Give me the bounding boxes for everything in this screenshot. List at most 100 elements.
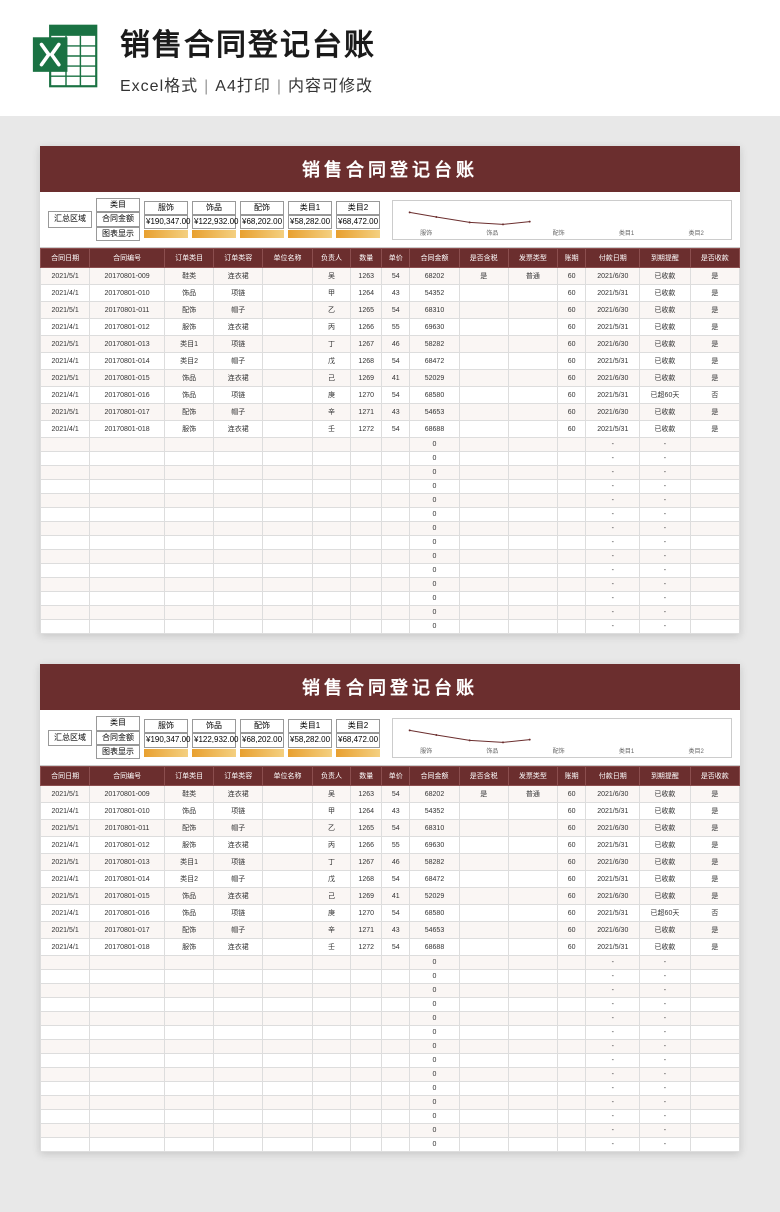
table-row: 0-- — [41, 452, 740, 466]
column-header: 合同日期 — [41, 767, 90, 786]
summary-row: 汇总区域 类目 合同金额 图表显示 服饰¥190,347.00饰品¥122,93… — [40, 192, 740, 248]
table-row: 0-- — [41, 1124, 740, 1138]
table-row: 2021/5/120170801-015饰品连衣裙己12694152029602… — [41, 370, 740, 387]
table-row: 2021/5/120170801-009鞋类连衣裙吴12635468202是普通… — [41, 268, 740, 285]
summary-category: 配饰¥68,202.00 — [240, 201, 284, 239]
table-row: 2021/5/120170801-011配饰帽子乙126554683106020… — [41, 820, 740, 837]
column-header: 负责人 — [312, 767, 351, 786]
table-row: 2021/4/120170801-014类目2帽子戊12685468472602… — [41, 353, 740, 370]
summary-category: 饰品¥122,932.00 — [192, 719, 236, 757]
column-header: 发票类型 — [508, 249, 557, 268]
column-header: 账期 — [558, 767, 586, 786]
sheet-title: 销售合同登记台账 — [40, 664, 740, 710]
column-header: 是否含税 — [459, 767, 508, 786]
table-row: 0-- — [41, 620, 740, 634]
column-header: 数量 — [351, 767, 382, 786]
sub-print: A4打印 — [215, 78, 271, 95]
excel-icon — [30, 20, 102, 92]
column-header: 订单类容 — [214, 767, 263, 786]
data-table: 合同日期合同编号订单类目订单类容单位名称负责人数量单价合同金额是否含税发票类型账… — [40, 248, 740, 634]
table-row: 2021/5/120170801-011配饰帽子乙126554683106020… — [41, 302, 740, 319]
spreadsheet-page: 销售合同登记台账 汇总区域 类目 合同金额 图表显示 服饰¥190,347.00… — [40, 664, 740, 1152]
table-row: 0-- — [41, 1138, 740, 1152]
table-row: 0-- — [41, 606, 740, 620]
table-row: 0-- — [41, 1068, 740, 1082]
column-header: 合同金额 — [410, 767, 459, 786]
column-header: 到期提醒 — [640, 767, 690, 786]
summary-category: 配饰¥68,202.00 — [240, 719, 284, 757]
table-row: 0-- — [41, 984, 740, 998]
table-row: 0-- — [41, 550, 740, 564]
column-header: 是否含税 — [459, 249, 508, 268]
sub-editable: 内容可修改 — [288, 78, 373, 95]
page-title: 销售合同登记台账 — [120, 20, 750, 64]
summary-category: 服饰¥190,347.00 — [144, 201, 188, 239]
bar-icon — [336, 230, 380, 238]
table-row: 0-- — [41, 578, 740, 592]
summary-chart: 服饰饰品配饰类目1类目2 — [392, 718, 732, 758]
summary-region-label: 汇总区域 — [48, 730, 92, 746]
summary-category: 服饰¥190,347.00 — [144, 719, 188, 757]
table-row: 0-- — [41, 1082, 740, 1096]
table-row: 2021/4/120170801-012服饰连衣裙丙12665569630602… — [41, 837, 740, 854]
column-header: 付款日期 — [586, 767, 640, 786]
summary-row-labels: 类目 合同金额 图表显示 — [96, 198, 140, 241]
table-row: 2021/5/120170801-017配饰帽子辛127143546536020… — [41, 404, 740, 421]
table-row: 2021/5/120170801-009鞋类连衣裙吴12635468202是普通… — [41, 786, 740, 803]
summary-category: 类目1¥58,282.00 — [288, 719, 332, 757]
bar-icon — [144, 749, 188, 757]
spreadsheet-page: 销售合同登记台账 汇总区域 类目 合同金额 图表显示 服饰¥190,347.00… — [40, 146, 740, 634]
page-header: 销售合同登记台账 Excel格式|A4打印|内容可修改 — [0, 0, 780, 116]
table-row: 0-- — [41, 1026, 740, 1040]
bar-icon — [288, 230, 332, 238]
table-row: 0-- — [41, 508, 740, 522]
table-row: 0-- — [41, 1054, 740, 1068]
bar-icon — [144, 230, 188, 238]
summary-category: 饰品¥122,932.00 — [192, 201, 236, 239]
table-row: 0-- — [41, 956, 740, 970]
table-row: 0-- — [41, 1012, 740, 1026]
column-header: 单价 — [382, 767, 410, 786]
column-header: 单价 — [382, 249, 410, 268]
table-row: 2021/4/120170801-016饰品项链庚127054685806020… — [41, 905, 740, 922]
column-header: 合同金额 — [410, 249, 459, 268]
table-row: 0-- — [41, 970, 740, 984]
table-row: 0-- — [41, 564, 740, 578]
table-row: 2021/5/120170801-017配饰帽子辛127143546536020… — [41, 922, 740, 939]
table-row: 0-- — [41, 1040, 740, 1054]
table-row: 0-- — [41, 494, 740, 508]
bar-icon — [240, 749, 284, 757]
summary-category: 类目2¥68,472.00 — [336, 719, 380, 757]
column-header: 合同日期 — [41, 249, 90, 268]
page-subtitle: Excel格式|A4打印|内容可修改 — [120, 72, 750, 96]
column-header: 合同编号 — [90, 767, 165, 786]
column-header: 订单类目 — [165, 249, 214, 268]
summary-category: 类目1¥58,282.00 — [288, 201, 332, 239]
column-header: 数量 — [351, 249, 382, 268]
column-header: 到期提醒 — [640, 249, 690, 268]
column-header: 订单类目 — [165, 767, 214, 786]
column-header: 合同编号 — [90, 249, 165, 268]
preview-area: 销售合同登记台账 汇总区域 类目 合同金额 图表显示 服饰¥190,347.00… — [0, 116, 780, 1212]
table-row: 2021/5/120170801-013类目1项链丁12674658282602… — [41, 336, 740, 353]
bar-icon — [240, 230, 284, 238]
data-table: 合同日期合同编号订单类目订单类容单位名称负责人数量单价合同金额是否含税发票类型账… — [40, 766, 740, 1152]
bar-icon — [192, 230, 236, 238]
table-row: 2021/4/120170801-012服饰连衣裙丙12665569630602… — [41, 319, 740, 336]
column-header: 负责人 — [312, 249, 351, 268]
bar-icon — [288, 749, 332, 757]
table-row: 0-- — [41, 592, 740, 606]
table-row: 0-- — [41, 536, 740, 550]
bar-icon — [336, 749, 380, 757]
sheet-title: 销售合同登记台账 — [40, 146, 740, 192]
summary-row-labels: 类目 合同金额 图表显示 — [96, 716, 140, 759]
column-header: 付款日期 — [586, 249, 640, 268]
table-row: 2021/5/120170801-015饰品连衣裙己12694152029602… — [41, 888, 740, 905]
table-row: 0-- — [41, 466, 740, 480]
table-row: 2021/4/120170801-018服饰连衣裙壬12725468688602… — [41, 939, 740, 956]
table-row: 0-- — [41, 1110, 740, 1124]
sub-format: Excel格式 — [120, 78, 198, 95]
summary-region-label: 汇总区域 — [48, 211, 92, 227]
summary-chart: 服饰饰品配饰类目1类目2 — [392, 200, 732, 240]
table-row: 0-- — [41, 522, 740, 536]
